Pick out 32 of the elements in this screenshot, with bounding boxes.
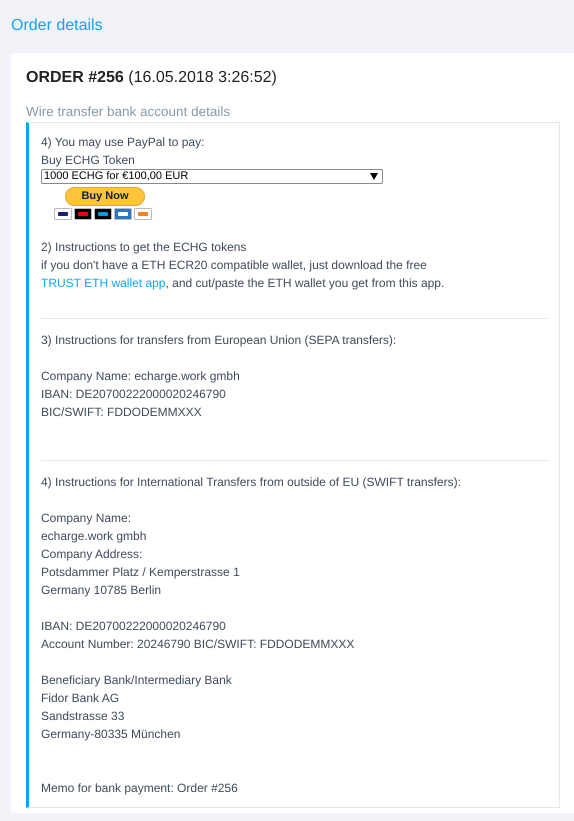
payment-card-icon bbox=[74, 208, 92, 220]
instructions-text: if you don't have a ETH ECR20 compatible wallet, just download the free TRUST ETH wallet app, and cut/paste the ETH wallet you get from this app. bbox=[41, 257, 446, 292]
detail-line: Company Name: bbox=[41, 510, 132, 527]
payment-card-icon bbox=[114, 208, 132, 220]
section-heading: 4) You may use PayPal to pay: bbox=[41, 134, 206, 151]
section-subtitle: Wire transfer bank account details bbox=[26, 103, 232, 121]
detail-line: Company Address: bbox=[41, 546, 144, 563]
payment-card-icon bbox=[54, 208, 72, 220]
field-label: Buy ECHG Token bbox=[41, 152, 136, 169]
page-title: Order details bbox=[11, 16, 104, 36]
detail-line: Fidor Bank AG bbox=[41, 690, 120, 707]
order-heading: ORDER #256 (16.05.2018 3:26:52) bbox=[26, 68, 278, 88]
detail-line: BIC/SWIFT: FDDODEMMXXX bbox=[41, 404, 203, 421]
detail-line: Beneficiary Bank/Intermediary Bank bbox=[41, 672, 233, 689]
detail-line: IBAN: DE20700222000020246790 bbox=[41, 386, 227, 403]
buy-now-button[interactable]: Buy Now bbox=[65, 187, 145, 206]
detail-line: Sandstrasse 33 bbox=[41, 708, 126, 725]
detail-line: Company Name: echarge.work gmbh bbox=[41, 368, 241, 385]
instructions-title: 2) Instructions to get the ECHG tokens bbox=[41, 239, 248, 256]
token-select[interactable]: 1000 ECHG for €100,00 EUR bbox=[41, 169, 383, 184]
payment-card-icon bbox=[134, 208, 152, 220]
section-heading: 4) Instructions for International Transfers from outside of EU (SWIFT transfers): bbox=[41, 474, 462, 491]
payment-card-icon bbox=[94, 208, 112, 220]
detail-line: Account Number: 20246790 BIC/SWIFT: FDDODEMMXXX bbox=[41, 636, 356, 653]
detail-line: Germany-80335 München bbox=[41, 726, 182, 743]
detail-line: IBAN: DE20700222000020246790 bbox=[41, 618, 227, 635]
detail-line: Germany 10785 Berlin bbox=[41, 582, 162, 599]
section-heading: 3) Instructions for transfers from European Union (SEPA transfers): bbox=[41, 332, 398, 349]
caret-icon bbox=[370, 173, 378, 180]
memo-line: Memo for bank payment: Order #256 bbox=[41, 780, 239, 797]
detail-line: Potsdammer Platz / Kemperstrasse 1 bbox=[41, 564, 241, 581]
detail-line: echarge.work gmbh bbox=[41, 528, 148, 545]
